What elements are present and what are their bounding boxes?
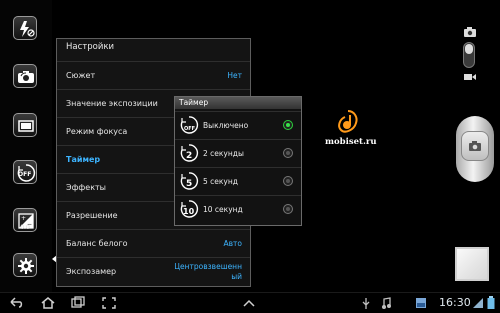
timer-option-2s[interactable]: 2 2 секунды: [175, 139, 301, 168]
timer-off-icon: OFF: [180, 116, 199, 134]
timer-popup-header: Таймер: [175, 97, 301, 109]
timer-option-label: 2 секунды: [203, 149, 244, 158]
left-toolbar: OFF + − 0.0: [0, 0, 52, 292]
svg-text:+: +: [21, 215, 26, 222]
radio[interactable]: [283, 176, 293, 186]
shutter-button[interactable]: [461, 131, 489, 161]
timer-option-label: Выключено: [203, 121, 249, 130]
timer-option-10s[interactable]: 10 10 секунд: [175, 195, 301, 224]
setting-label: Разрешение: [66, 211, 118, 220]
shutter-camera-icon: [469, 141, 481, 151]
svg-text:OFF: OFF: [184, 126, 195, 132]
settings-gear-icon[interactable]: [13, 253, 37, 277]
video-mode-icon: [464, 74, 476, 80]
camera-mode-icon: [464, 27, 476, 37]
settings-title: Настройки: [66, 42, 115, 52]
usb-icon: [362, 298, 370, 309]
timer-option-5s[interactable]: 5 5 секунд: [175, 167, 301, 196]
setting-label: Режим фокуса: [66, 127, 128, 136]
camera-video-switch[interactable]: [463, 42, 475, 68]
setting-scene[interactable]: Сюжет Нет: [57, 61, 250, 90]
setting-value: Центровзвешенный: [174, 262, 242, 281]
gallery-notification-icon: [416, 298, 426, 308]
back-icon[interactable]: [8, 296, 24, 310]
clock: 16:30: [439, 296, 471, 309]
setting-value: Нет: [227, 71, 242, 80]
shooting-mode-icon[interactable]: [13, 113, 37, 137]
watermark-text: mobiset.ru: [325, 137, 377, 147]
battery-icon: [487, 296, 495, 309]
watermark: mobiset.ru: [325, 108, 377, 152]
switch-knob: [465, 44, 473, 54]
radio[interactable]: [283, 148, 293, 158]
wifi-icon: [473, 298, 483, 308]
timer-off-button[interactable]: OFF: [13, 160, 37, 184]
timer-off-sub: OFF: [18, 171, 32, 178]
radio[interactable]: [283, 204, 293, 214]
svg-text:2: 2: [186, 151, 192, 161]
screenshot-icon[interactable]: [101, 296, 117, 310]
setting-label: Значение экспозиции: [66, 99, 158, 108]
camera-switch-icon[interactable]: [13, 64, 37, 88]
radio-selected[interactable]: [283, 120, 293, 130]
quick-panel-arrow-icon[interactable]: [242, 298, 256, 308]
timer-option-off[interactable]: OFF Выключено: [175, 111, 301, 140]
system-bar: 16:30: [0, 292, 500, 313]
svg-text:10: 10: [183, 207, 195, 216]
timer-option-label: 5 секунд: [203, 177, 238, 186]
timer-10-icon: 10: [180, 200, 199, 218]
timer-popup-title: Таймер: [179, 98, 209, 107]
setting-white-balance[interactable]: Баланс белого Авто: [57, 229, 250, 258]
svg-text:5: 5: [186, 179, 192, 189]
timer-popup: Таймер OFF Выключено 2 2 секунды 5 5 сек…: [174, 96, 302, 226]
timer-2-icon: 2: [180, 144, 199, 162]
watermark-logo-icon: [338, 110, 358, 133]
setting-label: Эффекты: [66, 183, 106, 192]
music-icon: [382, 297, 391, 309]
setting-label: Таймер: [66, 155, 101, 164]
setting-label: Экспозамер: [66, 267, 117, 276]
setting-value: Авто: [223, 239, 242, 248]
home-icon[interactable]: [40, 296, 56, 310]
recent-apps-icon[interactable]: [70, 296, 86, 310]
timer-option-label: 10 секунд: [203, 205, 243, 214]
last-photo-thumbnail[interactable]: [455, 247, 489, 281]
flash-off-icon[interactable]: [13, 16, 37, 40]
setting-metering[interactable]: Экспозамер Центровзвешенный: [57, 257, 250, 286]
setting-label: Баланс белого: [66, 239, 128, 248]
exposure-value: 0.0: [20, 224, 30, 231]
timer-5-icon: 5: [180, 172, 199, 190]
setting-label: Сюжет: [66, 71, 96, 80]
